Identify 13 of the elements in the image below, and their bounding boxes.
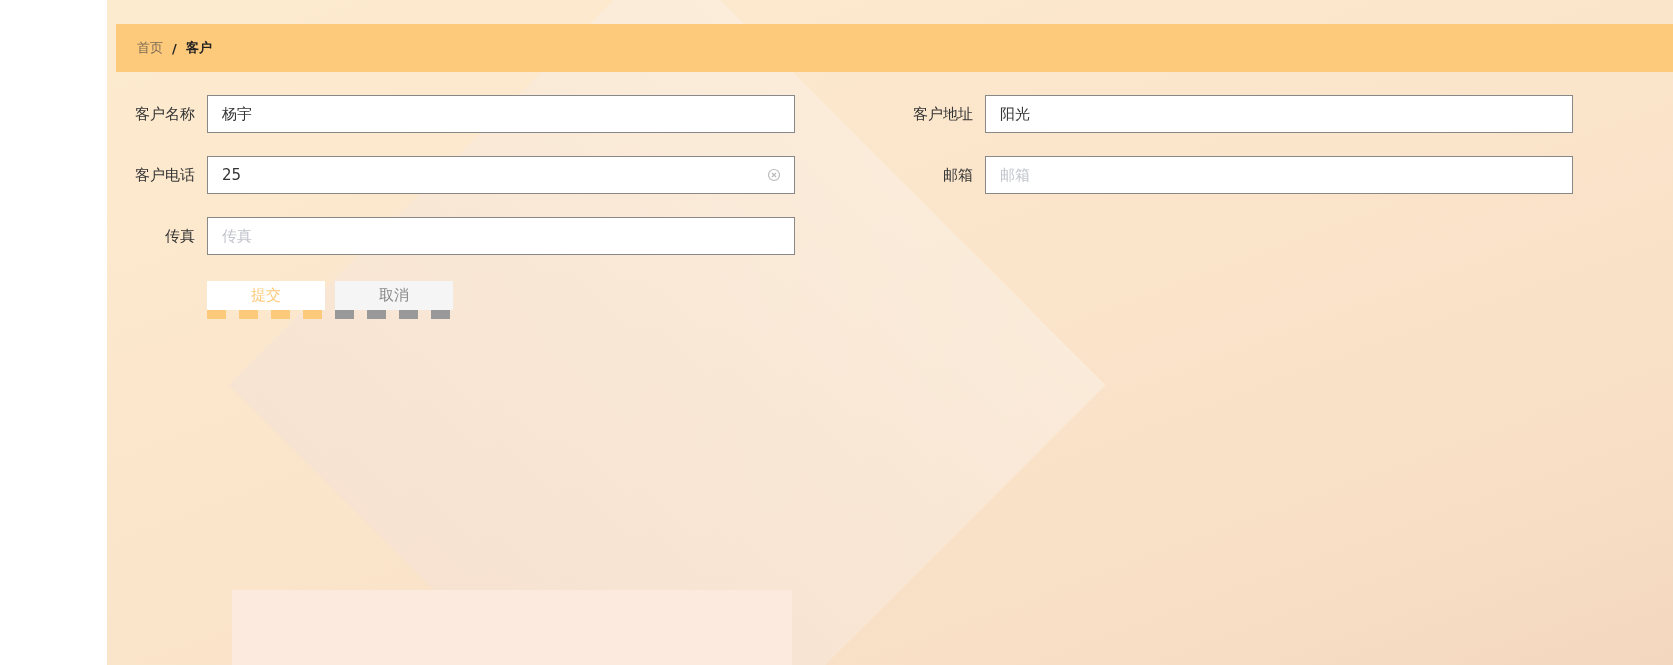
field-label: 客户地址 xyxy=(912,104,973,124)
field-label: 客户名称 xyxy=(134,104,195,124)
input-field[interactable]: 阳光 xyxy=(985,95,1573,133)
input-field[interactable]: 杨宇 xyxy=(207,95,795,133)
breadcrumb-link[interactable]: 首页 xyxy=(137,39,163,57)
field-label: 客户电话 xyxy=(134,165,195,185)
field-label: 邮箱 xyxy=(942,165,973,185)
input-field[interactable]: 传真 xyxy=(207,217,795,255)
clear-icon[interactable] xyxy=(767,168,781,182)
breadcrumb-separator: / xyxy=(172,40,177,56)
field-label: 传真 xyxy=(164,226,195,246)
input-field[interactable]: 25 xyxy=(207,156,795,194)
input-field[interactable]: 邮箱 xyxy=(985,156,1573,194)
